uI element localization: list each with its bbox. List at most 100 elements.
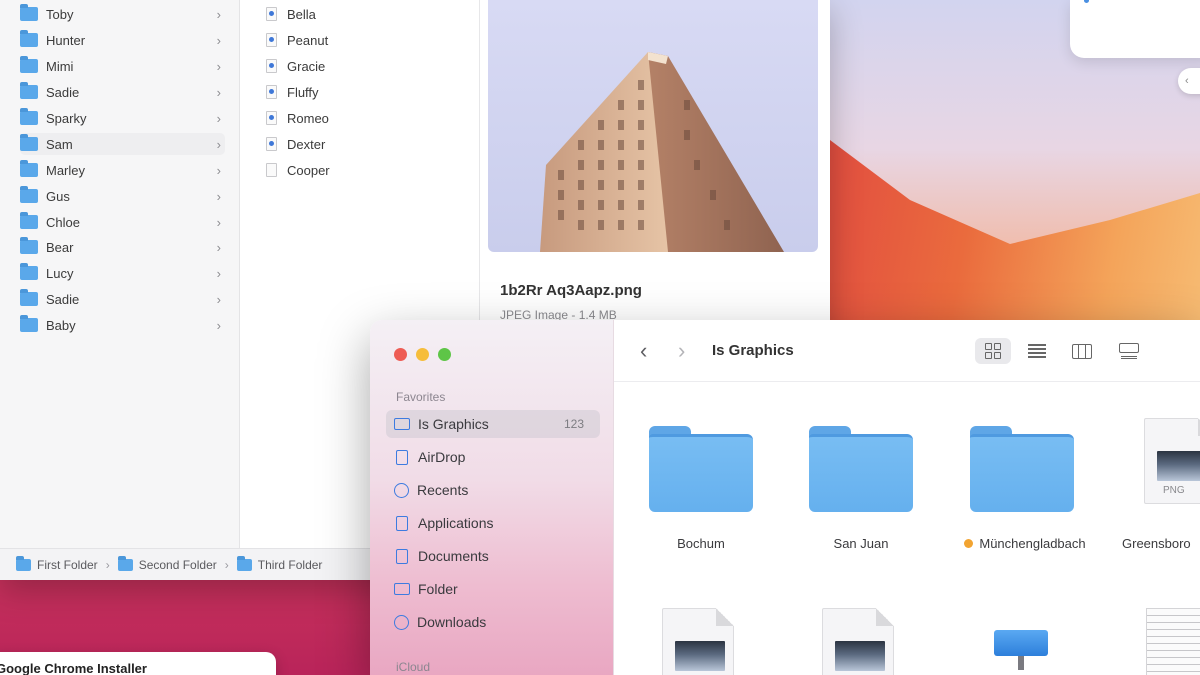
png-file-item[interactable]: PNG — [1144, 418, 1200, 504]
folder-row[interactable]: Sadie › — [20, 288, 225, 310]
folder-item-munchengladbach[interactable] — [970, 426, 1074, 514]
gallery-view-button[interactable] — [1111, 338, 1147, 364]
path-segment[interactable]: Second Folder — [117, 555, 217, 572]
icon-view-button[interactable] — [975, 338, 1011, 364]
item-label: Greensboro — [1122, 536, 1191, 551]
chevron-right-icon: › — [216, 214, 221, 230]
finder-content: Bochum San Juan Münchengladbach PNG Gree… — [614, 382, 1200, 675]
sidebar-item-airdrop[interactable]: AirDrop — [386, 443, 600, 471]
close-button[interactable] — [394, 348, 407, 361]
folder-name: Hunter — [46, 32, 86, 48]
path-segment[interactable]: Third Folder — [236, 555, 323, 572]
column-view-button[interactable] — [1064, 338, 1100, 364]
image-file-icon — [266, 33, 277, 47]
folder-name: Sam — [46, 136, 73, 152]
folder-row[interactable]: Baby › — [20, 314, 225, 336]
folder-row[interactable]: Sadie › — [20, 81, 225, 103]
file-row[interactable]: Romeo — [266, 107, 466, 129]
file-row[interactable]: Cooper — [266, 159, 466, 181]
front-finder-window: Favorites Is Graphics 123 AirDrop Recent… — [370, 320, 1200, 675]
gallery-icon — [1119, 343, 1139, 359]
folder-icon — [20, 4, 38, 21]
panel-toggle-button[interactable]: ‹ — [1178, 68, 1200, 94]
folder-column: Toby › Hunter › Mimi › Sadie › Sparky › Sam › … — [0, 0, 240, 548]
blank-file-icon — [266, 163, 277, 177]
sidebar-item-recents[interactable]: Recents — [386, 476, 600, 504]
folder-row[interactable]: Bear › — [20, 236, 225, 258]
folder-icon — [20, 160, 38, 177]
folder-icon — [20, 186, 38, 203]
item-label: San Juan — [833, 536, 889, 551]
file-row[interactable]: Bella — [266, 3, 466, 25]
folder-name: Marley — [46, 162, 86, 178]
folder-row[interactable]: Gus › — [20, 185, 225, 207]
file-row[interactable]: Dexter — [266, 133, 466, 155]
folder-row[interactable]: Hunter › — [20, 29, 225, 51]
file-row[interactable]: Peanut — [266, 29, 466, 51]
installer-window[interactable]: Google Chrome Installer — [0, 652, 276, 675]
list-view-button[interactable] — [1019, 338, 1055, 364]
chevron-right-icon: › — [216, 265, 221, 281]
folder-icon — [20, 263, 38, 280]
keynote-file-item[interactable] — [994, 630, 1048, 670]
image-file-icon — [266, 85, 277, 99]
folder-row[interactable]: Marley › — [20, 159, 225, 181]
forward-chevron-icon[interactable]: › — [678, 338, 685, 364]
sidebar-item-label: Documents — [418, 548, 489, 564]
folder-name: Baby — [46, 317, 76, 333]
folder-name: Toby — [46, 6, 74, 22]
folder-item-bochum[interactable] — [649, 426, 753, 514]
folder-icon — [236, 555, 252, 571]
sidebar-item-label: Is Graphics — [418, 416, 489, 432]
chevron-right-icon: › — [216, 32, 221, 48]
folder-row[interactable]: Mimi › — [20, 55, 225, 77]
chevron-right-icon: › — [216, 239, 221, 255]
folder-icon — [20, 212, 38, 229]
airdrop-icon — [396, 449, 408, 465]
chevron-right-icon: › — [216, 6, 221, 22]
sidebar-item-downloads[interactable]: Downloads — [386, 608, 600, 636]
sidebar-item-is-graphics[interactable]: Is Graphics 123 — [386, 410, 600, 438]
file-name: Cooper — [287, 162, 330, 178]
favorites-header: Favorites — [396, 390, 446, 404]
sidebar-item-documents[interactable]: Documents — [386, 542, 600, 570]
image-thumbnail-icon — [675, 641, 725, 671]
item-label-tagged: Münchengladbach — [940, 536, 1110, 551]
folder-row[interactable]: Toby › — [20, 3, 225, 25]
file-row[interactable]: Gracie — [266, 55, 466, 77]
installer-title: Google Chrome Installer — [0, 661, 147, 675]
zoom-button[interactable] — [438, 348, 451, 361]
download-icon — [394, 614, 409, 630]
png-file-item[interactable] — [822, 608, 894, 675]
sidebar-item-label: AirDrop — [418, 449, 466, 465]
image-preview — [488, 0, 818, 252]
sidebar-item-applications[interactable]: Applications — [386, 509, 600, 537]
folder-row[interactable]: Chloe › — [20, 211, 225, 233]
folder-icon — [20, 82, 38, 99]
sidebar-item-label: Applications — [418, 515, 494, 531]
chevron-right-icon: › — [216, 136, 221, 152]
folder-icon — [20, 56, 38, 73]
notification-dot-icon — [1084, 0, 1089, 3]
path-label: Third Folder — [257, 557, 323, 572]
file-row[interactable]: Fluffy — [266, 81, 466, 103]
text-document-item[interactable] — [1146, 608, 1200, 675]
preview-filename: 1b2Rr Aq3Aapz.png — [500, 282, 642, 299]
folder-row[interactable]: Lucy › — [20, 262, 225, 284]
sidebar-item-label: Recents — [417, 482, 469, 498]
back-chevron-icon[interactable]: ‹ — [640, 338, 647, 364]
folder-name: Chloe — [46, 214, 80, 230]
applications-icon — [396, 515, 408, 531]
folder-row[interactable]: Sparky › — [20, 107, 225, 129]
document-icon — [396, 548, 408, 564]
sidebar-item-folder[interactable]: Folder — [386, 575, 600, 603]
png-file-item[interactable] — [662, 608, 734, 675]
notification-panel[interactable] — [1070, 0, 1200, 58]
folder-name: Sadie — [46, 291, 80, 307]
folder-item-san-juan[interactable] — [809, 426, 913, 514]
minimize-button[interactable] — [416, 348, 429, 361]
clock-icon — [394, 482, 409, 498]
path-segment[interactable]: First Folder — [16, 555, 98, 572]
path-separator-icon: › — [224, 557, 229, 572]
folder-row-selected[interactable]: Sam › — [20, 133, 225, 155]
